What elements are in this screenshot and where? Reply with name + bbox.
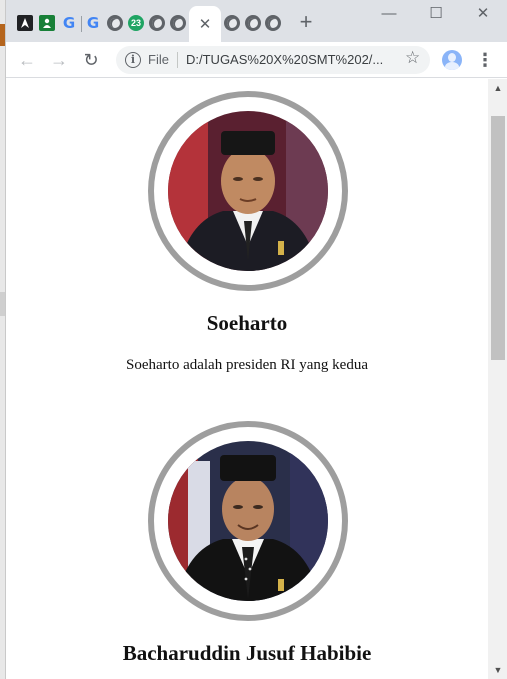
scrollbar-thumb[interactable] — [491, 116, 505, 360]
tab-separator — [81, 16, 82, 32]
person-description: Soeharto adalah presiden RI yang kedua — [126, 357, 368, 373]
tab-contacts[interactable] — [38, 14, 56, 32]
person-name: Bacharuddin Jusuf Habibie — [122, 641, 372, 665]
scroll-up-arrow-icon[interactable]: ▲ — [488, 79, 507, 97]
scheme-label: File — [148, 52, 169, 67]
tab-notification[interactable]: 23 — [127, 14, 145, 32]
reload-button[interactable]: ↻ — [80, 49, 102, 71]
omnibox-separator — [177, 52, 178, 68]
active-tab[interactable]: ✕ — [189, 6, 221, 42]
tab-globe-2[interactable] — [148, 14, 166, 32]
site-info-icon[interactable]: i — [125, 52, 141, 68]
bookmark-star-icon[interactable]: ☆ — [405, 48, 420, 68]
tab-strip: G G 23 ✕ + — ☐ ✕ — [6, 0, 507, 42]
tab-google-1[interactable]: G — [60, 14, 78, 32]
url-text[interactable]: D:/TUGAS%20X%20SMT%202/... — [186, 52, 386, 67]
globe-icon — [107, 15, 123, 31]
back-button[interactable]: ← — [16, 49, 38, 71]
globe-icon — [149, 15, 165, 31]
globe-icon — [224, 15, 240, 31]
tab-globe-3[interactable] — [169, 14, 187, 32]
globe-icon — [170, 15, 186, 31]
address-bar[interactable]: i File D:/TUGAS%20X%20SMT%202/... ☆ — [116, 46, 430, 74]
profile-avatar[interactable] — [442, 50, 462, 70]
notification-badge-icon: 23 — [128, 15, 144, 31]
tab-globe-6[interactable] — [264, 14, 282, 32]
profile-photo-frame — [148, 421, 348, 621]
tab-google-2[interactable]: G — [84, 14, 102, 32]
page-scrollbar[interactable]: ▲ ▼ — [488, 79, 507, 679]
tab-globe-1[interactable] — [106, 14, 124, 32]
tab-globe-5[interactable] — [244, 14, 262, 32]
new-tab-button[interactable]: + — [294, 10, 318, 34]
portrait-soeharto — [168, 111, 328, 271]
portrait-habibie — [168, 441, 328, 601]
forward-button[interactable]: → — [48, 49, 70, 71]
browser-menu-icon[interactable]: ⋮ — [476, 49, 494, 71]
contacts-icon — [39, 15, 55, 31]
minimize-button[interactable]: — — [374, 4, 404, 24]
close-tab-icon[interactable]: ✕ — [199, 15, 212, 33]
google-icon: G — [62, 14, 76, 32]
page-viewport: Soeharto Soeharto adalah presiden RI yan… — [6, 79, 488, 679]
profile-photo-frame — [148, 91, 348, 291]
browser-toolbar: ← → ↻ i File D:/TUGAS%20X%20SMT%202/... … — [6, 42, 507, 78]
maximize-button[interactable]: ☐ — [421, 4, 451, 24]
globe-icon — [245, 15, 261, 31]
browser-window: G G 23 ✕ + — ☐ ✕ ← → ↻ i File D:/TUGAS%2… — [5, 0, 507, 679]
tab-globe-4[interactable] — [223, 14, 241, 32]
person-name: Soeharto — [206, 311, 288, 335]
globe-icon — [265, 15, 281, 31]
google-icon: G — [86, 14, 100, 32]
close-window-button[interactable]: ✕ — [468, 4, 498, 24]
bookmark-app-icon — [17, 15, 33, 31]
scroll-down-arrow-icon[interactable]: ▼ — [488, 661, 507, 679]
tab-bookmark-app[interactable] — [16, 14, 34, 32]
